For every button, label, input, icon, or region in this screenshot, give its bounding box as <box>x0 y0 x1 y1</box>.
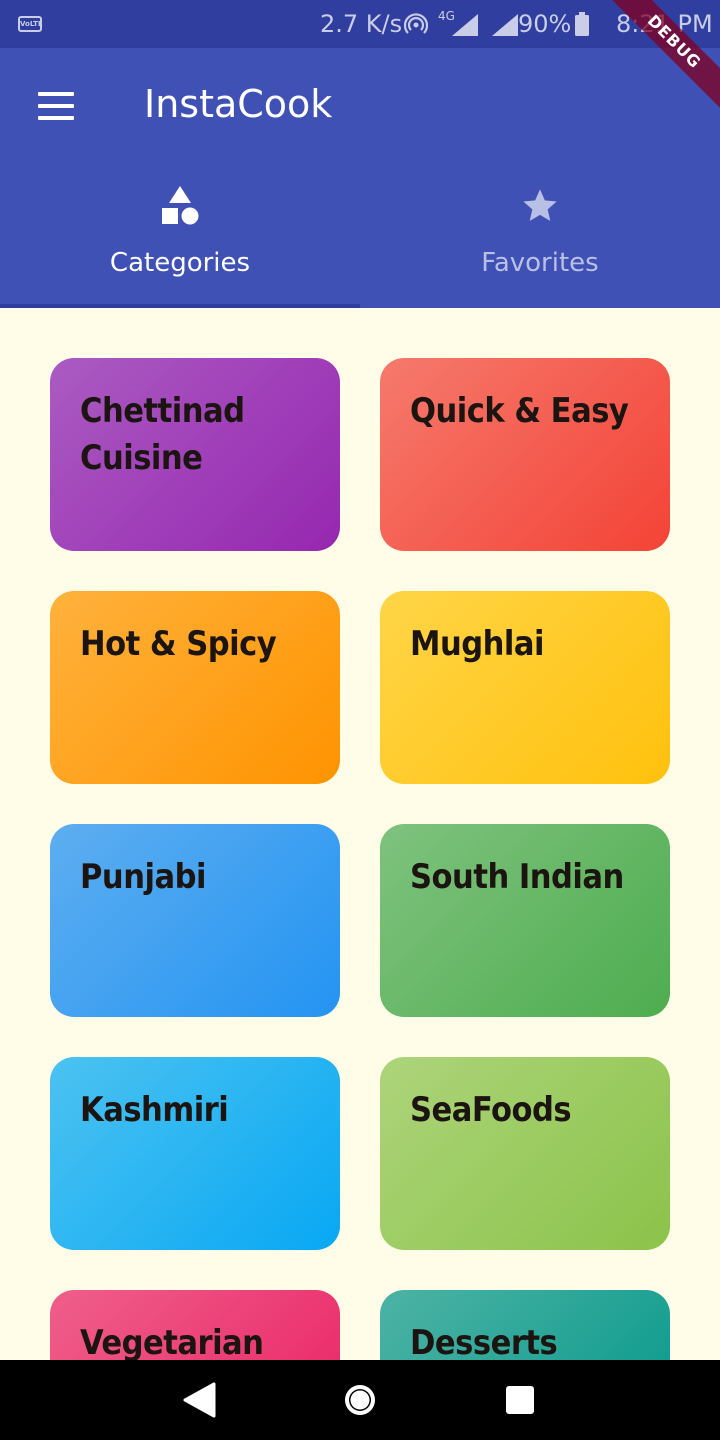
category-shapes-icon <box>162 186 199 225</box>
tab-bar: Categories Favorites <box>0 168 720 308</box>
tab-label: Favorites <box>481 248 599 278</box>
categories-screen: Chettinad Cuisine Quick & Easy Hot & Spi… <box>0 308 720 1360</box>
category-tile[interactable]: Chettinad Cuisine <box>50 358 340 551</box>
category-title: SeaFoods <box>410 1090 572 1130</box>
star-icon <box>523 189 557 221</box>
app-bar: InstaCook Categories Favorites <box>0 48 720 308</box>
category-tile[interactable]: Mughlai <box>380 591 670 784</box>
app-title: InstaCook <box>144 82 333 126</box>
battery-percent: 90% <box>518 10 572 38</box>
category-title: Vegetarian <box>80 1323 264 1360</box>
category-title: Quick & Easy <box>410 391 629 431</box>
volte-icon: VoLTE <box>18 16 43 32</box>
back-icon[interactable] <box>182 1382 216 1418</box>
category-tile[interactable]: South Indian <box>380 824 670 1017</box>
home-icon[interactable] <box>342 1382 378 1418</box>
signal-icon <box>452 14 478 36</box>
status-bar: VoLTE 2.7 K/s 4G 90% 8:21 PM <box>0 0 720 48</box>
category-title: Hot & Spicy <box>80 624 277 664</box>
category-tile[interactable]: SeaFoods <box>380 1057 670 1250</box>
category-tile[interactable]: Hot & Spicy <box>50 591 340 784</box>
tab-favorites[interactable]: Favorites <box>360 168 720 308</box>
menu-button[interactable] <box>24 80 88 136</box>
signal-icon-secondary <box>492 14 518 36</box>
category-title: Mughlai <box>410 624 545 664</box>
network-speed: 2.7 K/s <box>320 10 403 38</box>
category-title: Chettinad Cuisine <box>80 391 245 478</box>
category-tile[interactable]: Desserts <box>380 1290 670 1360</box>
category-tile[interactable]: Vegetarian <box>50 1290 340 1360</box>
category-title: Kashmiri <box>80 1090 229 1130</box>
category-tile[interactable]: Kashmiri <box>50 1057 340 1250</box>
tab-categories[interactable]: Categories <box>0 168 360 308</box>
battery-icon <box>575 12 589 36</box>
category-title: South Indian <box>410 857 624 897</box>
recents-icon[interactable] <box>506 1386 534 1414</box>
category-title: Desserts <box>410 1323 558 1360</box>
category-tile[interactable]: Quick & Easy <box>380 358 670 551</box>
tab-label: Categories <box>109 248 251 278</box>
navigation-bar <box>0 1360 720 1440</box>
category-title: Punjabi <box>80 857 206 897</box>
menu-icon-line <box>38 116 74 120</box>
category-tile[interactable]: Punjabi <box>50 824 340 1017</box>
menu-icon-line <box>38 104 74 108</box>
menu-icon <box>38 92 74 96</box>
hotspot-icon <box>404 13 428 34</box>
category-grid: Chettinad Cuisine Quick & Easy Hot & Spi… <box>50 358 670 1360</box>
